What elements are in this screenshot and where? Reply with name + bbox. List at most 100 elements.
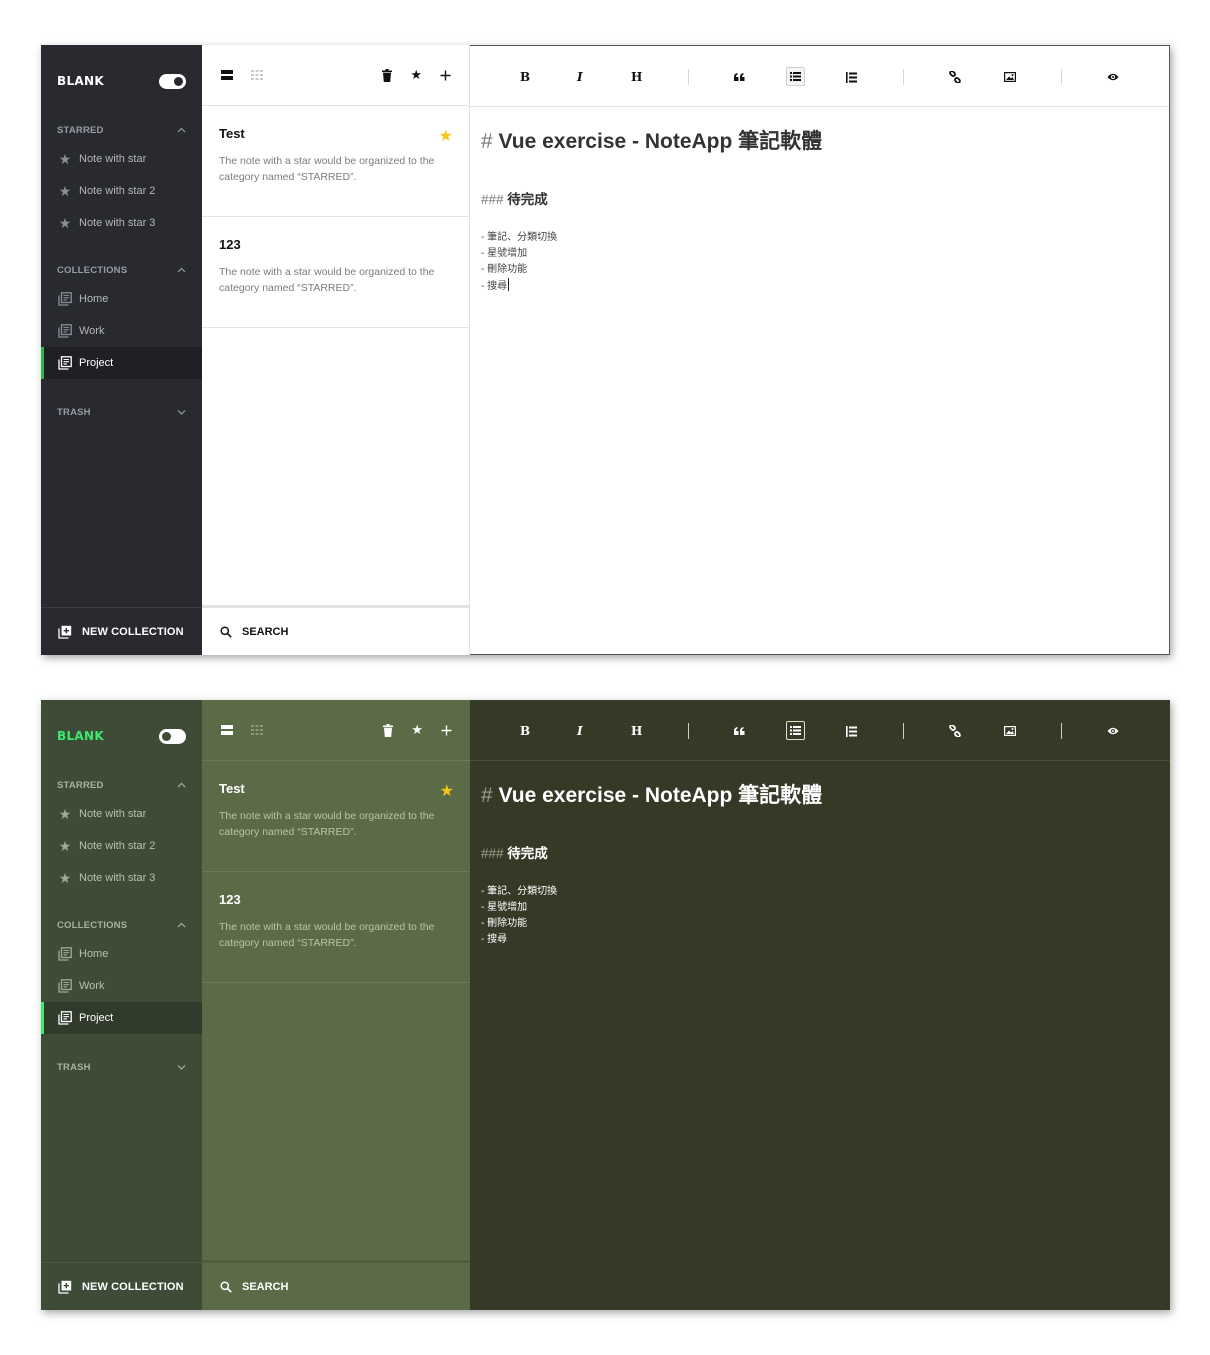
italic-button[interactable]: I: [577, 722, 583, 740]
quote-icon[interactable]: [734, 722, 745, 740]
sidebar-item-work[interactable]: Work: [41, 970, 202, 1002]
collection-icon: [58, 356, 72, 370]
section-header-collections[interactable]: COLLECTIONS: [41, 912, 202, 938]
bold-button[interactable]: B: [520, 68, 530, 86]
note-card-123[interactable]: 123 The note with a star would be organi…: [202, 217, 469, 328]
search-icon: [220, 1280, 232, 1293]
note-preview: The note with a star would be organized …: [219, 155, 435, 183]
sidebar-item-starred-3[interactable]: ★ Note with star 3: [41, 207, 202, 239]
section-label: TRASH: [57, 1061, 91, 1073]
unordered-list-icon[interactable]: [786, 67, 805, 86]
quote-icon[interactable]: [734, 68, 745, 86]
bold-button[interactable]: B: [520, 722, 530, 740]
trash-icon[interactable]: [382, 68, 393, 82]
collection-icon: [58, 947, 72, 961]
note-card-test[interactable]: Test The note with a star would be organ…: [202, 761, 470, 872]
markdown-editor[interactable]: # Vue exercise - NoteApp 筆記軟體 ### 待完成 - …: [470, 107, 1169, 313]
link-icon[interactable]: [949, 722, 961, 740]
list-line-text: - 搜尋: [481, 281, 508, 292]
note-list-panel: ★ Test The note with a star would be org…: [202, 45, 470, 655]
grid-view-icon[interactable]: [251, 70, 263, 80]
new-collection-button[interactable]: NEW COLLECTION: [41, 1262, 202, 1310]
italic-button[interactable]: I: [577, 68, 583, 86]
link-icon[interactable]: [949, 68, 961, 86]
plus-icon[interactable]: [441, 725, 452, 736]
section-header-starred[interactable]: STARRED: [41, 117, 202, 143]
eye-icon[interactable]: [1107, 722, 1119, 740]
heading-button[interactable]: H: [631, 722, 642, 740]
heading-text: 待完成: [507, 846, 548, 861]
chevron-up-icon[interactable]: [177, 780, 186, 790]
search-label: SEARCH: [242, 1280, 289, 1293]
sidebar: BLANK STARRED ★ Note with star ★ Note wi…: [41, 700, 202, 1310]
sidebar-item-label: Work: [79, 325, 105, 337]
markdown-editor[interactable]: # Vue exercise - NoteApp 筆記軟體 ### 待完成 - …: [470, 761, 1170, 966]
editor-heading-1: # Vue exercise - NoteApp 筆記軟體: [481, 779, 1159, 809]
toolbar-divider: [1061, 723, 1062, 739]
chevron-down-icon[interactable]: [177, 1062, 186, 1072]
section-header-collections[interactable]: COLLECTIONS: [41, 257, 202, 283]
sidebar-item-starred-3[interactable]: ★ Note with star 3: [41, 862, 202, 894]
note-card-123[interactable]: 123 The note with a star would be organi…: [202, 872, 470, 983]
editor-panel: B I H # Vue exercise - NoteApp 筆記軟體 ### …: [470, 700, 1170, 1310]
list-view-icon[interactable]: [221, 70, 233, 80]
section-label: STARRED: [57, 779, 104, 791]
section-header-trash[interactable]: TRASH: [41, 399, 202, 425]
sidebar-item-home[interactable]: Home: [41, 938, 202, 970]
star-icon: ★: [58, 806, 72, 822]
sidebar: BLANK STARRED ★ Note with star ★ Note wi…: [41, 45, 202, 655]
image-icon[interactable]: [1004, 722, 1016, 740]
star-icon[interactable]: ★: [439, 126, 453, 146]
note-card-test[interactable]: Test The note with a star would be organ…: [202, 106, 469, 217]
image-icon[interactable]: [1004, 68, 1016, 86]
sidebar-item-starred-1[interactable]: ★ Note with star: [41, 143, 202, 175]
ordered-list-icon[interactable]: [846, 68, 857, 86]
section-header-starred[interactable]: STARRED: [41, 772, 202, 798]
star-icon[interactable]: ★: [440, 781, 454, 801]
unordered-list-icon[interactable]: [786, 721, 805, 740]
chevron-up-icon[interactable]: [177, 265, 186, 275]
eye-icon[interactable]: [1107, 68, 1119, 86]
sidebar-item-starred-1[interactable]: ★ Note with star: [41, 798, 202, 830]
list-line: - 搜尋: [481, 934, 508, 945]
collection-icon: [58, 324, 72, 338]
star-icon[interactable]: ★: [411, 722, 423, 738]
list-line: - 筆記、分類切換: [481, 232, 558, 243]
section-label: COLLECTIONS: [57, 919, 128, 931]
theme-toggle[interactable]: [159, 73, 186, 89]
app-window-dark: BLANK STARRED ★ Note with star ★ Note wi…: [41, 700, 1170, 1310]
grid-view-icon[interactable]: [251, 725, 263, 735]
list-line: - 刪除功能: [481, 918, 528, 929]
section-header-trash[interactable]: TRASH: [41, 1054, 202, 1080]
star-icon: ★: [58, 838, 72, 854]
ordered-list-icon[interactable]: [846, 722, 857, 740]
sidebar-item-project[interactable]: Project: [41, 347, 202, 379]
sidebar-item-label: Home: [79, 948, 109, 960]
chevron-up-icon[interactable]: [177, 920, 186, 930]
theme-toggle[interactable]: [159, 728, 186, 744]
new-collection-label: NEW COLLECTION: [82, 1280, 184, 1293]
list-line-last: - 搜尋: [481, 278, 1158, 295]
heading-button[interactable]: H: [631, 68, 642, 86]
note-preview: The note with a star would be organized …: [219, 810, 435, 838]
sidebar-item-label: Work: [79, 980, 105, 992]
note-preview: The note with a star would be organized …: [219, 266, 435, 294]
plus-icon[interactable]: [440, 70, 451, 81]
list-view-icon[interactable]: [221, 725, 233, 735]
sidebar-item-starred-2[interactable]: ★ Note with star 2: [41, 830, 202, 862]
sidebar-item-project[interactable]: Project: [41, 1002, 202, 1034]
search-button[interactable]: SEARCH: [202, 605, 469, 655]
sidebar-item-starred-2[interactable]: ★ Note with star 2: [41, 175, 202, 207]
search-button[interactable]: SEARCH: [202, 1260, 470, 1310]
trash-icon[interactable]: [383, 723, 394, 737]
new-collection-button[interactable]: NEW COLLECTION: [41, 607, 202, 655]
note-title: Test: [219, 781, 245, 796]
note-title: Test: [219, 126, 245, 141]
brand-logo: BLANK: [57, 74, 104, 88]
chevron-up-icon[interactable]: [177, 125, 186, 135]
chevron-down-icon[interactable]: [177, 407, 186, 417]
star-icon[interactable]: ★: [410, 67, 422, 83]
sidebar-item-label: Project: [79, 357, 114, 369]
sidebar-item-home[interactable]: Home: [41, 283, 202, 315]
sidebar-item-work[interactable]: Work: [41, 315, 202, 347]
